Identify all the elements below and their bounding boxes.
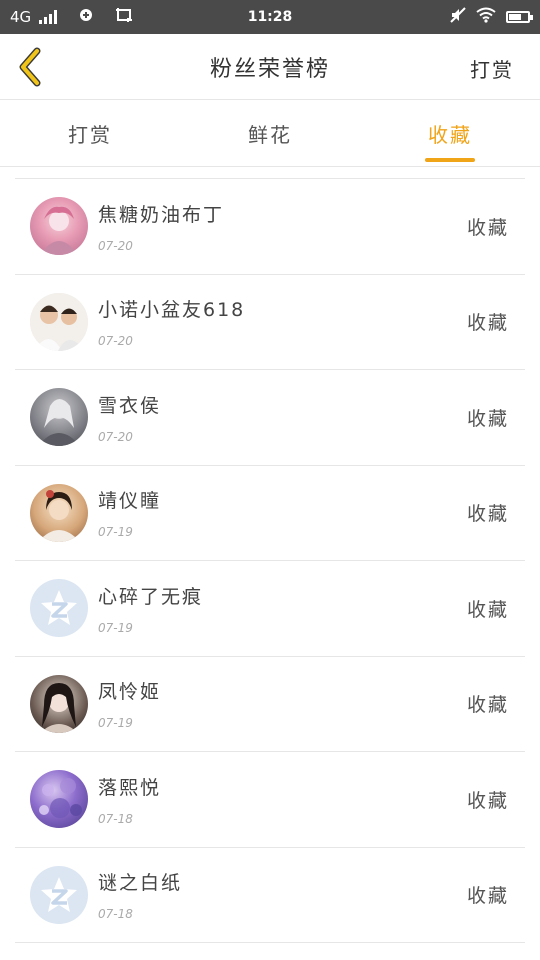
avatar xyxy=(30,770,88,829)
header: 粉丝荣誉榜 打赏 xyxy=(0,34,540,100)
mute-icon xyxy=(450,7,466,27)
tab-active-indicator xyxy=(425,158,475,162)
chevron-left-icon xyxy=(19,47,41,86)
tab-favorites[interactable]: 收藏 xyxy=(360,101,540,166)
status-right xyxy=(450,7,533,27)
row-action-label: 收藏 xyxy=(466,312,509,335)
list-item[interactable]: 焦糖奶油布丁 07-20 收藏 xyxy=(15,179,525,275)
list-item[interactable]: 心碎了无痕 07-19 收藏 xyxy=(15,561,525,657)
fan-name: 雪衣侯 xyxy=(98,394,162,417)
fan-date: 07-20 xyxy=(98,334,133,349)
row-action-label: 收藏 xyxy=(466,216,509,239)
default-avatar-icon xyxy=(41,590,77,626)
fan-date: 07-19 xyxy=(98,525,133,540)
list-item[interactable]: 小诺小盆友618 07-20 收藏 xyxy=(15,275,525,370)
wifi-icon xyxy=(476,7,496,27)
row-action-label: 收藏 xyxy=(466,694,509,717)
fan-date: 07-20 xyxy=(98,429,133,444)
fan-name: 焦糖奶油布丁 xyxy=(98,203,225,226)
fan-date: 07-18 xyxy=(98,811,133,826)
fan-name: 小诺小盆友618 xyxy=(98,299,246,322)
network-type: 4G xyxy=(10,8,32,26)
fan-date: 07-19 xyxy=(98,620,133,635)
tab-flowers[interactable]: 鲜花 xyxy=(180,101,360,166)
tab-label: 打赏 xyxy=(68,123,112,147)
status-bar: 4G 11:28 xyxy=(0,0,540,34)
avatar xyxy=(30,579,88,638)
fan-name: 靖仪瞳 xyxy=(98,490,162,513)
fan-date: 07-20 xyxy=(98,238,133,253)
list-item[interactable]: 靖仪瞳 07-19 收藏 xyxy=(15,466,525,561)
list-item[interactable]: 谜之白纸 07-18 收藏 xyxy=(15,848,525,943)
page-title: 粉丝荣誉榜 xyxy=(209,56,330,82)
row-action-label: 收藏 xyxy=(466,598,509,621)
avatar xyxy=(30,674,88,733)
tab-reward[interactable]: 打赏 xyxy=(0,101,180,166)
avatar xyxy=(30,197,88,256)
fan-name: 凤怜姬 xyxy=(98,681,162,704)
list-item[interactable]: 雪衣侯 07-20 收藏 xyxy=(15,370,525,466)
list-item[interactable]: 凤怜姬 07-19 收藏 xyxy=(15,657,525,752)
fan-name: 谜之白纸 xyxy=(98,872,183,895)
avatar xyxy=(30,388,88,447)
row-action-label: 收藏 xyxy=(466,407,509,430)
fan-name: 心碎了无痕 xyxy=(98,585,204,608)
screenshot-icon xyxy=(115,7,133,27)
default-avatar-icon xyxy=(41,876,77,912)
fan-date: 07-18 xyxy=(98,907,133,922)
row-action-label: 收藏 xyxy=(466,503,509,526)
avatar xyxy=(30,865,88,924)
fan-list: 焦糖奶油布丁 07-20 收藏 小诺小盆友618 07-20 收藏 雪衣侯 07… xyxy=(0,178,540,943)
notification-icon xyxy=(79,8,93,26)
tab-label: 鲜花 xyxy=(248,123,292,147)
reward-button[interactable]: 打赏 xyxy=(470,54,514,83)
list-item[interactable]: 落熙悦 07-18 收藏 xyxy=(15,752,525,848)
battery-icon xyxy=(506,11,533,23)
row-action-label: 收藏 xyxy=(466,885,509,908)
avatar xyxy=(30,483,88,542)
tab-bar: 打赏 鲜花 收藏 xyxy=(0,101,540,167)
fan-name: 落熙悦 xyxy=(98,776,162,799)
back-button[interactable] xyxy=(0,34,60,100)
avatar xyxy=(30,292,88,351)
fan-date: 07-19 xyxy=(98,716,133,731)
tab-label: 收藏 xyxy=(428,123,472,147)
status-left: 4G xyxy=(10,7,450,27)
row-action-label: 收藏 xyxy=(466,789,509,812)
signal-icon xyxy=(39,10,58,24)
